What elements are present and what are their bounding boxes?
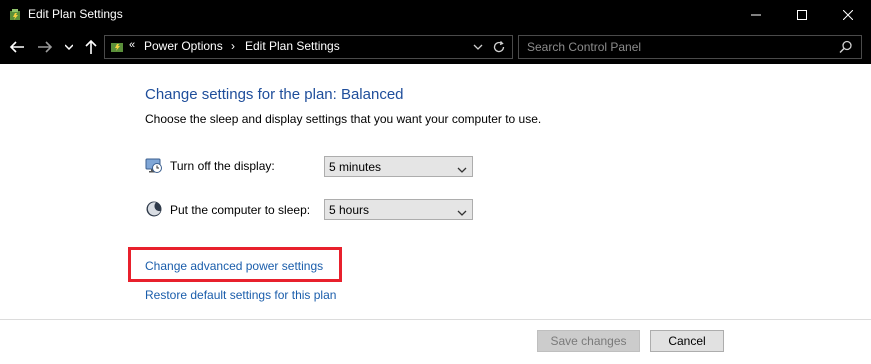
save-changes-button[interactable]: Save changes [537,330,640,352]
forward-arrow-icon[interactable] [36,38,54,56]
back-arrow-icon[interactable] [8,38,26,56]
search-box[interactable]: Search Control Panel [518,35,862,59]
sleep-moon-icon [145,200,163,218]
cancel-button[interactable]: Cancel [650,330,724,352]
breadcrumb-separator[interactable]: › [231,39,235,53]
display-timeout-dropdown[interactable]: 5 minutes [324,156,473,177]
sleep-timeout-value: 5 hours [329,203,370,217]
sleep-timeout-dropdown[interactable]: 5 hours [324,199,473,220]
search-placeholder[interactable]: Search Control Panel [527,40,641,54]
chevron-down-icon [457,206,467,216]
address-bar[interactable]: « Power Options › Edit Plan Settings [104,35,513,59]
display-timer-icon [145,157,163,175]
control-panel-location-icon [109,39,125,55]
change-advanced-power-settings-link[interactable]: Change advanced power settings [145,259,323,273]
search-icon[interactable] [838,39,854,55]
breadcrumb-edit-plan-settings[interactable]: Edit Plan Settings [245,39,340,53]
window-title: Edit Plan Settings [28,7,123,21]
refresh-icon[interactable] [491,39,507,55]
close-button[interactable] [825,0,871,30]
minimize-button[interactable] [733,0,779,30]
page-description: Choose the sleep and display settings th… [145,112,542,126]
display-timeout-label: Turn off the display: [170,159,275,173]
up-arrow-icon[interactable] [82,38,100,56]
page-title: Change settings for the plan: Balanced [145,86,404,103]
breadcrumb-power-options[interactable]: Power Options [144,39,223,53]
power-options-app-icon [7,7,23,23]
title-bar: Edit Plan Settings [0,0,871,30]
footer-divider [0,319,871,320]
restore-default-settings-link[interactable]: Restore default settings for this plan [145,288,336,302]
display-timeout-value: 5 minutes [329,160,382,174]
chevron-down-icon [457,163,467,173]
address-dropdown-chevron-down-icon[interactable] [471,40,485,54]
recent-locations-chevron-down-icon[interactable] [62,38,76,56]
sleep-timeout-label: Put the computer to sleep: [170,203,311,217]
maximize-button[interactable] [779,0,825,30]
breadcrumb-overflow-chevron[interactable]: « [129,39,135,51]
